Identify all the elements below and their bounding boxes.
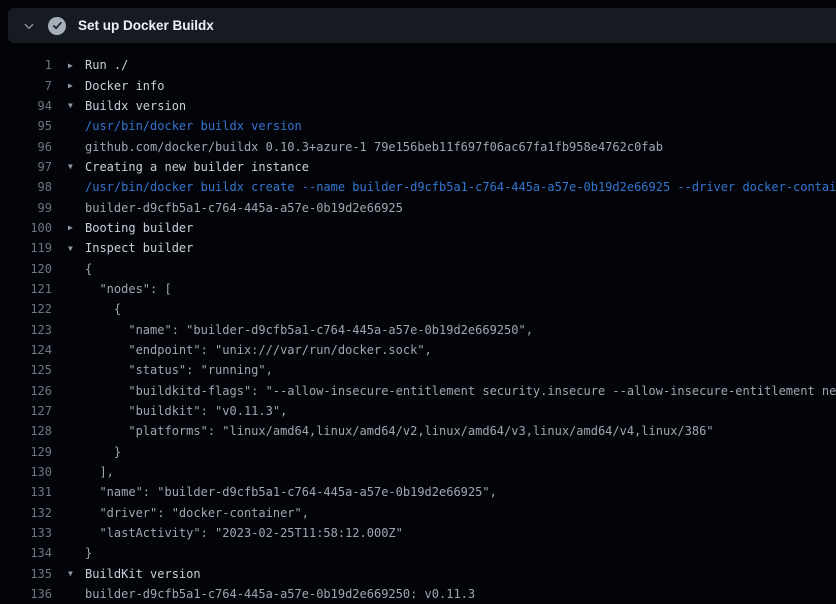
log-text: Inspect builder xyxy=(85,241,193,255)
log-line: 130 ], xyxy=(0,462,836,482)
line-number[interactable]: 121 xyxy=(0,282,52,296)
line-number[interactable]: 97 xyxy=(0,160,52,174)
log-line: 128 "platforms": "linux/amd64,linux/amd6… xyxy=(0,421,836,441)
log-text: "buildkit": "v0.11.3", xyxy=(68,404,287,418)
log-line: 134 } xyxy=(0,543,836,563)
log-line: 127 "buildkit": "v0.11.3", xyxy=(0,401,836,421)
log-line[interactable]: 135 ▼BuildKit version xyxy=(0,564,836,584)
log-text: } xyxy=(68,546,92,560)
log-text: builder-d9cfb5a1-c764-445a-a57e-0b19d2e6… xyxy=(68,587,475,601)
line-number[interactable]: 96 xyxy=(0,140,52,154)
line-number[interactable]: 120 xyxy=(0,262,52,276)
line-number[interactable]: 129 xyxy=(0,445,52,459)
disclosure-triangle-icon[interactable]: ▼ xyxy=(68,244,85,253)
line-number[interactable]: 99 xyxy=(0,201,52,215)
log-text: ], xyxy=(68,465,114,479)
log-text: "endpoint": "unix:///var/run/docker.sock… xyxy=(68,343,432,357)
log-text: Creating a new builder instance xyxy=(85,160,309,174)
line-number[interactable]: 123 xyxy=(0,323,52,337)
log-line[interactable]: 94 ▼Buildx version xyxy=(0,96,836,116)
line-number[interactable]: 133 xyxy=(0,526,52,540)
log-line: 124 "endpoint": "unix:///var/run/docker.… xyxy=(0,340,836,360)
line-number[interactable]: 125 xyxy=(0,363,52,377)
log-text: Booting builder xyxy=(85,221,193,235)
log-text: "driver": "docker-container", xyxy=(68,506,309,520)
step-header[interactable]: Set up Docker Buildx xyxy=(8,8,836,43)
line-number[interactable]: 128 xyxy=(0,424,52,438)
log-text: "name": "builder-d9cfb5a1-c764-445a-a57e… xyxy=(68,485,497,499)
line-number[interactable]: 98 xyxy=(0,180,52,194)
log-line: 129 } xyxy=(0,442,836,462)
line-number[interactable]: 1 xyxy=(0,58,52,72)
line-number[interactable]: 127 xyxy=(0,404,52,418)
line-number[interactable]: 94 xyxy=(0,99,52,113)
log-line: 136 builder-d9cfb5a1-c764-445a-a57e-0b19… xyxy=(0,584,836,604)
disclosure-triangle-icon[interactable]: ▼ xyxy=(68,569,85,578)
log-text: builder-d9cfb5a1-c764-445a-a57e-0b19d2e6… xyxy=(68,201,403,215)
line-number[interactable]: 126 xyxy=(0,384,52,398)
disclosure-triangle-icon[interactable]: ▶ xyxy=(68,223,85,232)
log-line[interactable]: 1 ▶Run ./ xyxy=(0,55,836,75)
log-line: 99 builder-d9cfb5a1-c764-445a-a57e-0b19d… xyxy=(0,197,836,217)
log-line[interactable]: 119 ▼Inspect builder xyxy=(0,238,836,258)
log-line: 120 { xyxy=(0,258,836,278)
chevron-down-icon[interactable] xyxy=(21,18,37,34)
log-line[interactable]: 100 ▶Booting builder xyxy=(0,218,836,238)
line-number[interactable]: 135 xyxy=(0,567,52,581)
log-text: "buildkitd-flags": "--allow-insecure-ent… xyxy=(68,384,836,398)
step-title: Set up Docker Buildx xyxy=(78,18,214,33)
line-number[interactable]: 132 xyxy=(0,506,52,520)
actions-log-viewer: Set up Docker Buildx 1 ▶Run ./ 7 ▶Docker… xyxy=(0,8,836,604)
log-line: 121 "nodes": [ xyxy=(0,279,836,299)
line-number[interactable]: 7 xyxy=(0,79,52,93)
line-number[interactable]: 136 xyxy=(0,587,52,601)
log-text: BuildKit version xyxy=(85,567,201,581)
log-text: Run ./ xyxy=(85,58,128,72)
log-line: 131 "name": "builder-d9cfb5a1-c764-445a-… xyxy=(0,482,836,502)
log-text: "platforms": "linux/amd64,linux/amd64/v2… xyxy=(68,424,714,438)
disclosure-triangle-icon[interactable]: ▼ xyxy=(68,101,85,110)
log-line: 123 "name": "builder-d9cfb5a1-c764-445a-… xyxy=(0,319,836,339)
disclosure-triangle-icon[interactable]: ▶ xyxy=(68,61,85,70)
log-line: 126 "buildkitd-flags": "--allow-insecure… xyxy=(0,381,836,401)
log-text: "status": "running", xyxy=(68,363,273,377)
log-line: 132 "driver": "docker-container", xyxy=(0,503,836,523)
log-text: { xyxy=(68,302,121,316)
line-number[interactable]: 119 xyxy=(0,241,52,255)
disclosure-triangle-icon[interactable]: ▼ xyxy=(68,162,85,171)
success-check-icon xyxy=(48,17,66,35)
line-number[interactable]: 124 xyxy=(0,343,52,357)
log-line[interactable]: 7 ▶Docker info xyxy=(0,75,836,95)
log-line: 98 /usr/bin/docker buildx create --name … xyxy=(0,177,836,197)
log-text: "name": "builder-d9cfb5a1-c764-445a-a57e… xyxy=(68,323,533,337)
line-number[interactable]: 100 xyxy=(0,221,52,235)
line-number[interactable]: 134 xyxy=(0,546,52,560)
line-number[interactable]: 122 xyxy=(0,302,52,316)
log-line: 122 { xyxy=(0,299,836,319)
log-text: "lastActivity": "2023-02-25T11:58:12.000… xyxy=(68,526,403,540)
line-number[interactable]: 95 xyxy=(0,119,52,133)
log-line: 95 /usr/bin/docker buildx version xyxy=(0,116,836,136)
log-line: 133 "lastActivity": "2023-02-25T11:58:12… xyxy=(0,523,836,543)
log-text: } xyxy=(68,445,121,459)
log-text: github.com/docker/buildx 0.10.3+azure-1 … xyxy=(68,140,663,154)
log-line: 125 "status": "running", xyxy=(0,360,836,380)
log-text: Buildx version xyxy=(85,99,186,113)
log-line[interactable]: 97 ▼Creating a new builder instance xyxy=(0,157,836,177)
disclosure-triangle-icon[interactable]: ▶ xyxy=(68,81,85,90)
line-number[interactable]: 130 xyxy=(0,465,52,479)
log-text: "nodes": [ xyxy=(68,282,172,296)
line-number[interactable]: 131 xyxy=(0,485,52,499)
log-text: /usr/bin/docker buildx version xyxy=(68,119,302,133)
log-line: 96 github.com/docker/buildx 0.10.3+azure… xyxy=(0,136,836,156)
log-text: { xyxy=(68,262,92,276)
log-container: 1 ▶Run ./ 7 ▶Docker info 94 ▼Buildx vers… xyxy=(0,43,836,604)
log-text: Docker info xyxy=(85,79,164,93)
log-text: /usr/bin/docker buildx create --name bui… xyxy=(68,180,836,194)
